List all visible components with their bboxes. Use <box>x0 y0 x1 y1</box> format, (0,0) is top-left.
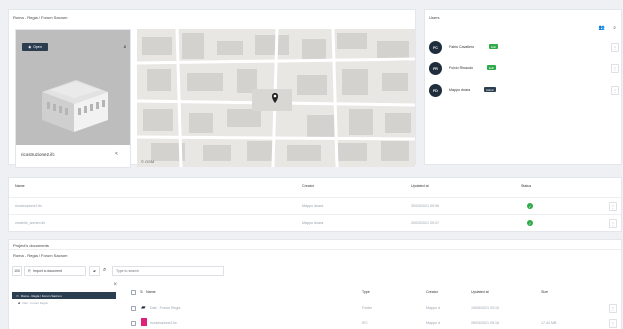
doc-name[interactable]: ricostruzione2.ifc <box>150 321 177 325</box>
user-row: FD Mappo dnara Admin ⋮ <box>429 84 619 98</box>
open-model-button[interactable]: ◉ Open <box>22 43 48 51</box>
model-updated: 25/03/2021 09:37 <box>411 221 439 225</box>
doc-updated: 19/05/2021 03:15 <box>471 306 499 310</box>
user-name: Fabio Cavallero <box>449 45 475 49</box>
model-creator: Mappo dnara <box>302 204 324 208</box>
doc-updated: 26/03/2021 09:16 <box>471 321 499 325</box>
users-card: Users 👥 ⌕ FC Fabio Cavallero Edit ⋮ FR F… <box>424 9 622 165</box>
import-document-button[interactable]: ⎘ Import a document <box>24 266 86 276</box>
col-updated: Updated at <box>471 290 489 294</box>
model-creator: Mappo dnara <box>302 221 324 225</box>
doc-type: Folder <box>362 306 373 310</box>
table-header: ⇅ Name Type Creator Updated at Size <box>131 286 623 299</box>
avatar: FC <box>429 41 442 54</box>
share-icon[interactable]: < <box>115 151 118 157</box>
import-label: Import a document <box>32 269 62 273</box>
search-icon[interactable]: ⌕ <box>613 25 616 31</box>
new-folder-button[interactable]: ▰ <box>89 266 100 276</box>
folder-tree: × <box>9 282 131 329</box>
model-card[interactable]: ◉ Open 2 ricostruzione2.ifc < <box>15 29 131 168</box>
col-type: Type <box>362 290 370 294</box>
docs-title: Project's documents <box>13 243 49 248</box>
model-version-count: 2 <box>123 44 126 49</box>
tree-item-child[interactable]: ▰ Dati - Forum Regia <box>18 301 48 305</box>
open-label: Open <box>33 45 42 49</box>
project-card: Roma - Regia / Forum Sacrum ◉ Open 2 ric… <box>8 9 416 168</box>
doc-creator: Mappo d <box>426 306 440 310</box>
user-menu-button[interactable]: ⋮ <box>611 43 619 52</box>
col-name[interactable]: Name <box>146 290 156 294</box>
project-title: Roma - Regia / Forum Sacrum <box>13 15 68 20</box>
model-menu-button[interactable]: ⋮ <box>609 219 617 228</box>
eye-icon: ◉ <box>28 45 32 49</box>
user-name: Mappo dnara <box>449 88 471 92</box>
avatar: FR <box>429 62 442 75</box>
folder-icon: ▰ <box>18 301 21 305</box>
model-name[interactable]: ricostruzione2.ifc <box>15 204 42 208</box>
page-size-select[interactable]: 100 <box>12 266 22 276</box>
documents-panel: Project's documents Roma - Regia / Forum… <box>8 239 622 329</box>
user-menu-button[interactable]: ⋮ <box>611 64 619 73</box>
doc-menu-button[interactable]: ⋮ <box>609 304 617 313</box>
table-header: Name Creator Updated at Status <box>9 178 621 195</box>
folder-open-icon: ▭ <box>16 293 19 298</box>
tree-root-label: Roma - Regia / Forum Sacrum <box>20 293 62 298</box>
col-creator: Creator <box>426 290 438 294</box>
doc-type: IFC <box>362 321 368 325</box>
table-row[interactable]: ricostruzione2.ifc Mappo dnara 30/03/202… <box>9 197 621 214</box>
table-row[interactable]: ▰ Dati - Forum Regia Folder Mappo d 19/0… <box>131 302 623 315</box>
users-title: Users <box>429 15 440 20</box>
user-row: FR Fulvio Rinaudo Edit ⋮ <box>429 62 619 76</box>
col-updated: Updated at <box>411 184 429 188</box>
role-badge: Edit <box>489 44 498 49</box>
table-row[interactable]: ricostruzione2.ifc IFC Mappo d 26/03/202… <box>131 317 623 329</box>
user-row: FC Fabio Cavallero Edit ⋮ <box>429 41 619 55</box>
city-map: © OSM <box>137 29 415 167</box>
user-name: Fulvio Rinaudo <box>449 66 473 70</box>
col-creator: Creator <box>302 184 314 188</box>
models-table: Name Creator Updated at Status ricostruz… <box>8 177 622 232</box>
avatar: FD <box>429 84 442 97</box>
model-updated: 30/03/2021 09:06 <box>411 204 439 208</box>
col-size: Size <box>541 290 548 294</box>
search-icon: ⌕ <box>103 267 107 273</box>
col-name: Name <box>15 184 25 188</box>
doc-name[interactable]: Dati - Forum Regia <box>150 306 180 310</box>
select-all-checkbox[interactable] <box>131 290 136 295</box>
sort-icon[interactable]: ⇅ <box>140 290 143 294</box>
status-ok-icon: ✓ <box>527 203 533 209</box>
add-user-icon[interactable]: 👥 <box>599 25 605 31</box>
col-status: Status <box>521 184 532 188</box>
tree-item-root[interactable]: ▭ Roma - Regia / Forum Sacrum <box>12 292 116 299</box>
role-badge: Edit <box>487 65 496 70</box>
model-name: ricostruzione2.ifc <box>21 152 55 157</box>
map-view[interactable]: © OSM <box>137 29 415 167</box>
folder-icon: ▰ <box>93 269 96 273</box>
row-checkbox[interactable] <box>131 306 136 311</box>
user-menu-button[interactable]: ⋮ <box>611 86 619 95</box>
folder-icon: ▰ <box>141 305 146 311</box>
upload-icon: ⎘ <box>28 269 31 273</box>
table-row[interactable]: modello_archeo.ifc Mappo dnara 25/03/202… <box>9 214 621 231</box>
doc-size: 17.44 MB <box>541 321 557 325</box>
breadcrumb[interactable]: Roma - Regia / Forum Sacrum <box>13 253 67 258</box>
search-input[interactable] <box>112 266 224 276</box>
file-icon <box>141 318 147 326</box>
model-menu-button[interactable]: ⋮ <box>609 202 617 211</box>
doc-menu-button[interactable]: ⋮ <box>609 319 617 328</box>
tree-child-label: Dati - Forum Regia <box>22 301 48 305</box>
role-badge: Admin <box>484 87 496 92</box>
close-icon[interactable]: × <box>113 282 117 288</box>
row-checkbox[interactable] <box>131 321 136 326</box>
model-name[interactable]: modello_archeo.ifc <box>15 221 45 225</box>
map-attribution: © OSM <box>141 159 154 164</box>
doc-creator: Mappo d <box>426 321 440 325</box>
status-ok-icon: ✓ <box>527 220 533 226</box>
